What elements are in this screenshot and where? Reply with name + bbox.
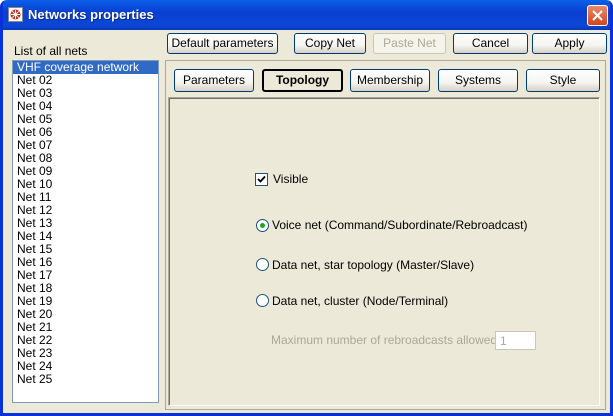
radio-voice-net[interactable] <box>256 219 269 232</box>
checkmark-icon <box>257 175 266 183</box>
topology-panel <box>168 97 600 406</box>
tab-membership[interactable]: Membership <box>350 69 430 92</box>
copy-net-button[interactable]: Copy Net <box>294 33 366 54</box>
networks-properties-window: Networks properties List of all nets VHF… <box>0 0 613 416</box>
list-label: List of all nets <box>14 44 88 58</box>
visible-checkbox[interactable] <box>255 173 268 186</box>
tab-parameters[interactable]: Parameters <box>174 69 254 92</box>
option-data-star-label: Data net, star topology (Master/Slave) <box>272 258 475 272</box>
network-app-icon <box>8 7 23 22</box>
title-bar[interactable]: Networks properties <box>3 0 610 30</box>
apply-button[interactable]: Apply <box>532 33 607 54</box>
tab-systems[interactable]: Systems <box>438 69 518 92</box>
max-rebroadcasts-input[interactable] <box>495 331 536 350</box>
radio-data-cluster[interactable] <box>256 294 269 307</box>
max-rebroadcasts-label: Maximum number of rebroadcasts allowed <box>271 333 498 347</box>
option-data-cluster-label: Data net, cluster (Node/Terminal) <box>272 294 449 308</box>
tab-topology[interactable]: Topology <box>262 69 343 92</box>
radio-selected-dot <box>260 223 265 228</box>
option-voice-net-label: Voice net (Command/Subordinate/Rebroadca… <box>272 218 528 232</box>
nets-listbox[interactable]: VHF coverage network Net 02 Net 03 Net 04 Ne… <box>12 60 159 403</box>
default-parameters-button[interactable]: Default parameters <box>167 33 278 54</box>
close-icon <box>592 10 603 21</box>
visible-label: Visible <box>273 172 309 186</box>
cancel-button[interactable]: Cancel <box>453 33 528 54</box>
paste-net-button[interactable]: Paste Net <box>373 33 446 54</box>
close-button[interactable] <box>587 5 608 26</box>
tab-style[interactable]: Style <box>526 69 600 92</box>
radio-data-star[interactable] <box>256 258 269 271</box>
list-item[interactable]: Net 25 <box>13 373 158 386</box>
window-title: Networks properties <box>28 7 154 22</box>
